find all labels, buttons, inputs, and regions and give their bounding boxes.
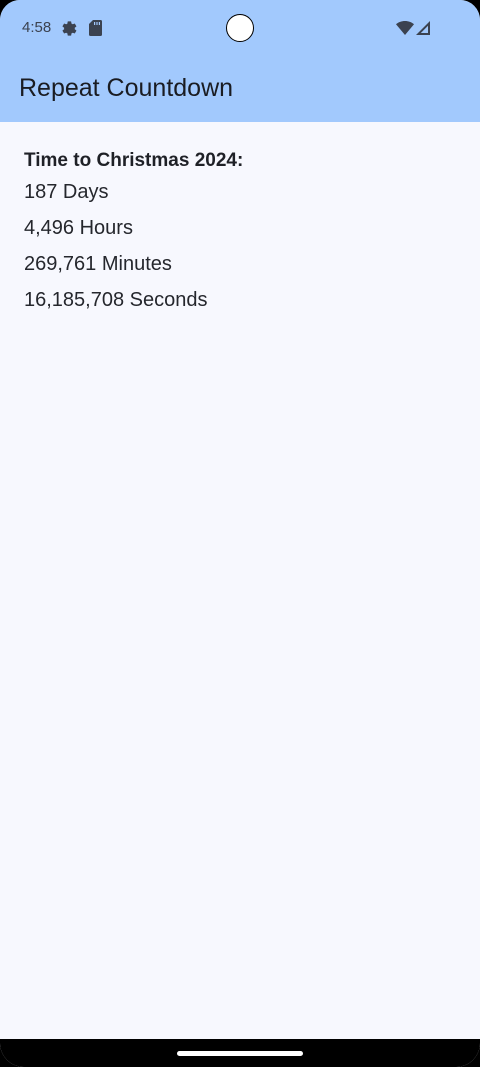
app-title: Repeat Countdown bbox=[19, 74, 234, 102]
top-app-region: 4:58 Repeat Countdown bbox=[0, 0, 480, 122]
sd-card-icon bbox=[89, 20, 102, 41]
wifi-icon bbox=[396, 21, 414, 40]
countdown-hours: 4,496 Hours bbox=[24, 217, 133, 239]
countdown-minutes: 269,761 Minutes bbox=[24, 253, 172, 275]
home-gesture-handle[interactable] bbox=[177, 1051, 303, 1056]
countdown-days: 187 Days bbox=[24, 181, 109, 203]
countdown-heading: Time to Christmas 2024: bbox=[24, 150, 244, 171]
cellular-signal-icon bbox=[416, 21, 430, 40]
navigation-bar bbox=[0, 1039, 480, 1067]
status-bar: 4:58 bbox=[0, 0, 480, 58]
countdown-panel: Time to Christmas 2024: 187 Days 4,496 H… bbox=[24, 148, 456, 318]
phone-screen: 4:58 Repeat Countdown Time to Christmas … bbox=[0, 0, 480, 1067]
front-camera bbox=[226, 14, 254, 42]
countdown-seconds: 16,185,708 Seconds bbox=[24, 289, 208, 311]
settings-gear-icon bbox=[61, 20, 78, 42]
status-time: 4:58 bbox=[22, 19, 52, 36]
